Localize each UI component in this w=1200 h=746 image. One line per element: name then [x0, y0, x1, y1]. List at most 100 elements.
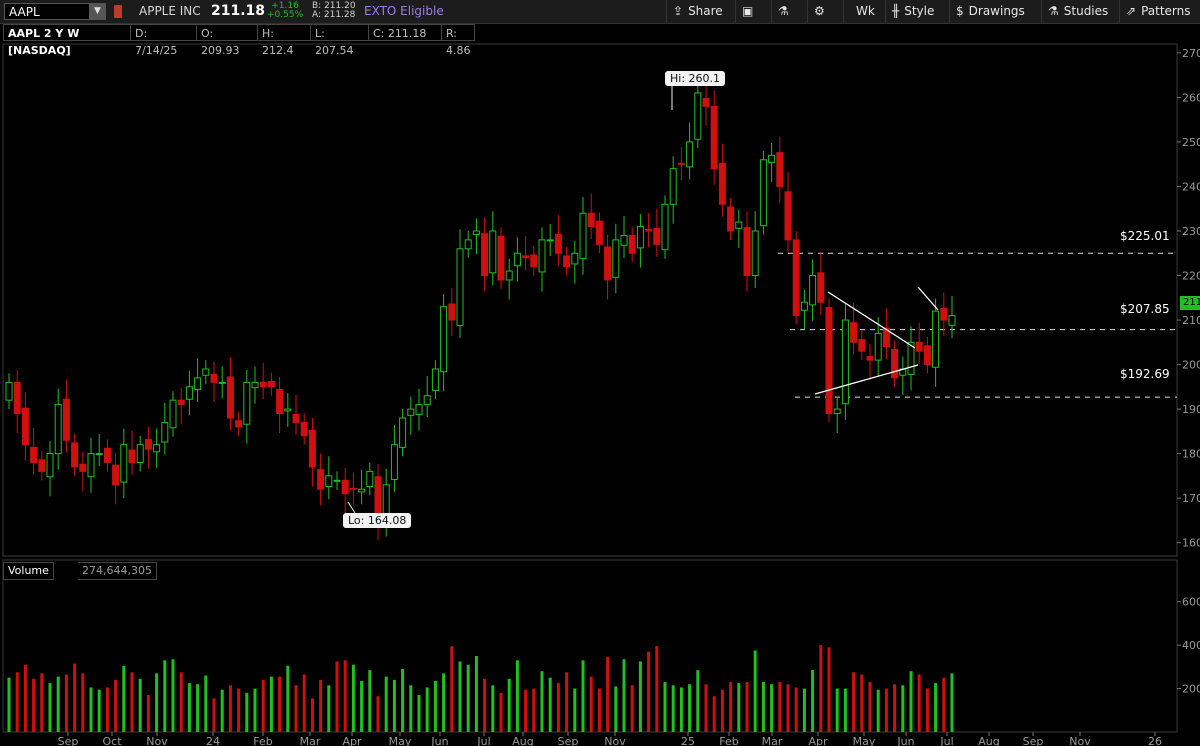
patterns-button[interactable]: ⇗ Patterns	[1119, 0, 1200, 23]
time-tick-label: Mar	[300, 735, 321, 746]
high-callout: Hi: 260.1	[665, 71, 726, 86]
candle	[218, 366, 226, 399]
chart-info-bar: AAPL 2 Y W [NASDAQ] D: 7/14/25 O: 209.93…	[0, 24, 1200, 57]
candle	[694, 84, 702, 149]
bar-low: L: 207.54	[311, 24, 369, 57]
share-button[interactable]: ⇪ Share	[666, 0, 735, 23]
time-tick-label: Oct	[102, 735, 122, 746]
volume-bar	[696, 670, 700, 732]
volume-bar	[860, 674, 864, 732]
candle	[579, 197, 587, 275]
candle-body	[891, 348, 899, 379]
candle	[136, 435, 144, 472]
time-tick-label: Feb	[253, 735, 272, 746]
gear-icon: ⚙	[814, 4, 825, 18]
volume-bar	[310, 698, 314, 732]
volume-bar	[220, 689, 224, 732]
candle	[554, 214, 562, 266]
time-tick-label: Aug	[978, 735, 999, 746]
candle-body	[210, 373, 218, 383]
candle	[735, 209, 743, 248]
volume-tick-label: 600	[1182, 596, 1200, 609]
candle	[153, 428, 161, 468]
volume-bar	[745, 682, 749, 732]
candle-body	[620, 234, 628, 246]
candle	[202, 360, 210, 385]
candle-body	[267, 380, 275, 388]
volume-label[interactable]: Volume	[3, 562, 54, 580]
chart-title[interactable]: AAPL 2 Y W [NASDAQ]	[3, 24, 131, 57]
style-label: Style	[904, 4, 935, 18]
volume-bar	[794, 687, 798, 732]
candle-body	[300, 421, 308, 437]
chart-canvas[interactable]: 270 260 250 240 230 220 210 200 190 180 170 160 600…	[0, 0, 1200, 746]
volume-bar	[770, 684, 774, 732]
drawings-button[interactable]: $ Drawings	[949, 0, 1041, 23]
candle-body	[874, 332, 882, 361]
volume-bar	[917, 674, 921, 732]
volume-bar	[737, 683, 741, 732]
flask-icon: ⚗	[778, 4, 789, 18]
time-tick-label: Feb	[719, 735, 738, 746]
candle-body	[530, 254, 538, 268]
candle-body	[669, 168, 677, 205]
volume-bar	[925, 688, 929, 732]
link-color-indicator[interactable]	[114, 5, 122, 18]
candle	[571, 240, 579, 284]
candle	[825, 298, 833, 423]
candle-body	[481, 233, 489, 277]
candle	[415, 388, 423, 431]
candle-body	[38, 459, 46, 472]
price-tick-label: 210	[1182, 314, 1200, 327]
volume-bar	[647, 651, 651, 732]
candle	[112, 452, 120, 505]
volume-bar	[212, 698, 216, 732]
candle-body	[284, 408, 292, 412]
volume-bar	[729, 682, 733, 732]
candle	[366, 462, 374, 496]
volume-value: 274,644,305	[78, 562, 157, 580]
candle-body	[833, 408, 841, 415]
level-label-225: $225.01	[1120, 229, 1170, 243]
level-label-207: $207.85	[1120, 302, 1170, 316]
chevron-down-icon[interactable]: ▼	[89, 3, 106, 20]
candle-body	[513, 252, 521, 267]
candle-body	[595, 220, 603, 245]
volume-bar	[761, 682, 765, 732]
studies-button[interactable]: ⚗ Studies	[1041, 0, 1119, 23]
candle-body	[136, 444, 144, 464]
exto-eligible-link[interactable]: EXTO Eligible	[364, 4, 444, 18]
bar-open: O: 209.93	[197, 24, 258, 57]
time-tick-label: Nov	[146, 735, 168, 746]
volume-bar	[679, 687, 683, 732]
camera-icon: ▣	[742, 4, 754, 18]
volume-tick-label: 200	[1182, 683, 1200, 696]
flask-button[interactable]: ⚗	[771, 0, 807, 23]
style-button[interactable]: ╫ Style	[885, 0, 949, 23]
candle	[399, 409, 407, 457]
volume-bar	[606, 657, 610, 732]
price-tick-label: 170	[1182, 492, 1200, 505]
candle-body	[702, 97, 710, 107]
volume-bar	[597, 688, 601, 732]
time-tick-label: May	[389, 735, 412, 746]
volume-bar	[638, 661, 642, 732]
snapshot-button[interactable]: ▣	[735, 0, 771, 23]
candle	[267, 372, 275, 396]
candle	[850, 303, 858, 355]
candle-body	[628, 234, 636, 254]
candle	[169, 391, 177, 437]
volume-bar	[622, 659, 626, 732]
candle	[128, 430, 136, 475]
candle-body	[358, 488, 366, 493]
candle	[792, 230, 800, 325]
price-tick-label: 160	[1182, 537, 1200, 550]
candle	[292, 394, 300, 435]
candle	[595, 212, 603, 254]
settings-button[interactable]: ⚙	[807, 0, 843, 23]
candle-body	[54, 404, 62, 455]
volume-bar	[942, 677, 946, 732]
candle	[259, 362, 267, 400]
time-tick-label: Sep	[558, 735, 579, 746]
aggregation-button[interactable]: Wk	[843, 0, 885, 23]
